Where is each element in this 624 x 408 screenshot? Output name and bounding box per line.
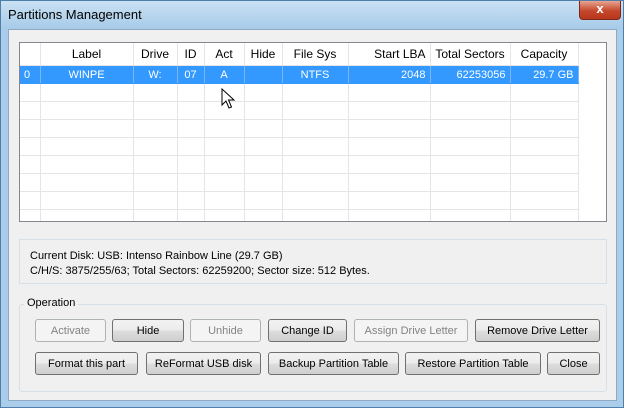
cell-label: WINPE (40, 65, 134, 84)
cell-start-lba: 2048 (348, 65, 431, 84)
empty-row (20, 155, 579, 174)
column-header-index[interactable] (20, 43, 41, 66)
empty-row (20, 83, 579, 102)
column-header-drive[interactable]: Drive (133, 43, 178, 66)
column-header-total-sectors[interactable]: Total Sectors (430, 43, 511, 66)
table-row[interactable]: 0 WINPE W: 07 A NTFS 2048 62253056 29.7 … (20, 65, 579, 84)
operation-group-label: Operation (24, 297, 79, 309)
restore-partition-table-button[interactable]: Restore Partition Table (405, 352, 541, 375)
column-header-label[interactable]: Label (40, 43, 134, 66)
partitions-window: Partitions Management x Label Drive ID A… (0, 0, 624, 408)
partitions-table[interactable]: Label Drive ID Act Hide File Sys Start L… (19, 42, 607, 222)
unhide-button[interactable]: Unhide (190, 319, 261, 342)
empty-row (20, 101, 579, 120)
backup-partition-table-button[interactable]: Backup Partition Table (268, 352, 399, 375)
change-id-button[interactable]: Change ID (268, 319, 347, 342)
empty-row (20, 137, 579, 156)
column-header-act[interactable]: Act (204, 43, 245, 66)
dialog-body: Label Drive ID Act Hide File Sys Start L… (8, 29, 617, 401)
column-header-filesys[interactable]: File Sys (282, 43, 349, 66)
cell-drive: W: (133, 65, 178, 84)
mouse-cursor-icon (221, 88, 235, 109)
cell-act: A (204, 65, 245, 84)
table-header: Label Drive ID Act Hide File Sys Start L… (20, 43, 579, 66)
column-header-id[interactable]: ID (177, 43, 205, 66)
column-header-hide[interactable]: Hide (244, 43, 283, 66)
close-icon: x (596, 1, 604, 16)
empty-row (20, 119, 579, 138)
window-title: Partitions Management (8, 7, 142, 22)
empty-row (20, 191, 579, 210)
close-button[interactable]: Close (547, 352, 600, 375)
empty-row (20, 173, 579, 192)
cell-id: 07 (177, 65, 205, 84)
title-bar[interactable]: Partitions Management x (1, 1, 623, 29)
cell-filesys: NTFS (282, 65, 349, 84)
chs-info-text: C/H/S: 3875/255/63; Total Sectors: 62259… (30, 265, 370, 277)
assign-drive-letter-button[interactable]: Assign Drive Letter (354, 319, 468, 342)
remove-drive-letter-button[interactable]: Remove Drive Letter (475, 319, 600, 342)
reformat-usb-button[interactable]: ReFormat USB disk (146, 352, 261, 375)
empty-row (20, 209, 579, 221)
cell-index: 0 (20, 65, 41, 84)
cell-hide (244, 65, 283, 84)
activate-button[interactable]: Activate (35, 319, 106, 342)
column-header-start-lba[interactable]: Start LBA (348, 43, 431, 66)
hide-button[interactable]: Hide (112, 319, 184, 342)
current-disk-text: Current Disk: USB: Intenso Rainbow Line … (30, 250, 283, 262)
format-part-button[interactable]: Format this part (35, 352, 138, 375)
window-close-button[interactable]: x (579, 1, 621, 20)
column-header-capacity[interactable]: Capacity (510, 43, 579, 66)
cell-capacity: 29.7 GB (510, 65, 579, 84)
disk-info-panel: Current Disk: USB: Intenso Rainbow Line … (19, 239, 607, 284)
operation-group: Operation Activate Hide Unhide Change ID… (19, 297, 607, 392)
cell-total-sectors: 62253056 (430, 65, 511, 84)
